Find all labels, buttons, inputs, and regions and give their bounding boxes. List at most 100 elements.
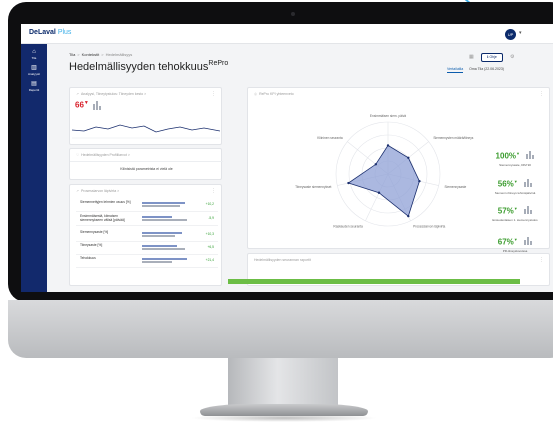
help-button-label: Ohje <box>489 55 497 59</box>
kpi-card: ◎ RePro KPI yhteenveto ⋮ Ensimmäisen siem… <box>247 87 550 249</box>
breadcrumb-item[interactable]: Kontekstit <box>82 52 100 57</box>
metric-row: Siemennettyjen lehmien osuus [%] +10,2 <box>76 199 218 212</box>
kpi-label: Ensiedenlaisen 1. siemennystulos <box>492 218 538 222</box>
flow-icon: ↗ <box>76 189 79 193</box>
card-menu-icon[interactable]: ⋮ <box>539 257 544 263</box>
card-title-text: Hedelmällisyyden Profiiliarvot <box>81 153 127 157</box>
camera-dot <box>291 12 295 16</box>
trend-icon: ▼ <box>516 151 520 157</box>
mini-bar-icon <box>524 206 533 214</box>
metric-bar-current <box>142 232 182 234</box>
chevron-right-icon: > <box>77 52 80 57</box>
metric-bar-current <box>142 245 177 247</box>
trend-icon: ▼ <box>513 206 518 212</box>
sidebar-item-raportit[interactable]: ▤ Raportit <box>21 81 47 92</box>
kpi-value-text: 56% <box>497 180 514 189</box>
kpi-item: 100%▼ Siemennysaste, DIM 90 <box>485 146 545 168</box>
gear-icon[interactable]: ⚙ <box>510 54 514 60</box>
breadcrumb-item[interactable]: Tila <box>69 52 75 57</box>
kpi-item: 57%▼ Ensiedenlaisen 1. siemennystulos <box>485 201 545 223</box>
sidebar-item-label: Tila <box>31 56 37 60</box>
radar-point <box>386 144 390 147</box>
metric-label: Siemennysaste [%] <box>80 230 109 234</box>
metric-bar-current <box>142 216 172 218</box>
kpi-value-text: 100% <box>495 152 517 161</box>
heart-icon: ♡ <box>76 153 80 157</box>
reports-card-title: Hedelmällisyyden seurannan raportit <box>254 258 311 262</box>
scene: DeLaval Plus UP ▾ ⌂ Tila ▥ Analyysit ▤ R… <box>0 0 553 435</box>
radar-point <box>407 214 410 218</box>
radar-series-area <box>347 144 420 217</box>
metric-value: +6,5 <box>207 245 214 249</box>
radar-axis-label: Ensimmäisen siem. päivä <box>370 114 406 118</box>
kpi-value-text: 67% <box>497 238 514 247</box>
fertility-empty-message: Kliinisistä parametrista ei vielä ole <box>120 167 173 171</box>
fertility-card-title[interactable]: ♡ Hedelmällisyyden Profiiliarvot > <box>76 153 130 157</box>
metric-row: Tiineysaste [%] +6,5 <box>76 242 218 255</box>
mini-bar-icon <box>526 151 535 159</box>
brand-suffix: Plus <box>57 29 72 36</box>
user-avatar[interactable]: UP <box>505 29 516 40</box>
target-icon: ◎ <box>254 92 258 96</box>
main-content: Tila > Kontekstit > Hedelmällisyys Hedelmäll… <box>47 44 553 292</box>
metric-bar-reference <box>142 205 180 207</box>
metric-row: Tehokkuus +21,4 <box>76 255 218 268</box>
metric-bar-current <box>142 258 187 260</box>
radar-point <box>377 191 381 194</box>
kpi-label: Siemennysaste, DIM 90 <box>499 163 531 167</box>
monitor-stand-base <box>200 404 368 416</box>
metric-label: Siemennettyjen lehmien osuus [%] <box>80 200 131 204</box>
chevron-right-icon: > <box>101 52 104 57</box>
tab-bar: Vertailutila Oma Tila (22.06.2023) <box>447 67 504 73</box>
analysis-value: 66▼ <box>75 100 89 110</box>
brand-name: DeLaval <box>29 29 56 36</box>
metric-value: +10,2 <box>205 202 214 206</box>
tab-vertailutila[interactable]: Vertailutila <box>447 67 464 73</box>
mini-bar-icon <box>524 179 533 187</box>
top-bar: DeLaval Plus UP ▾ <box>21 24 553 44</box>
chevron-down-icon[interactable]: ▾ <box>519 30 522 36</box>
brand-logo[interactable]: DeLaval Plus <box>29 29 71 36</box>
mini-bar-icon <box>93 101 101 110</box>
sidebar-item-tila[interactable]: ⌂ Tila <box>21 49 47 60</box>
sidebar: ⌂ Tila ▥ Analyysit ▤ Raportit <box>21 44 47 292</box>
home-icon: ⌂ <box>32 49 36 55</box>
kpi-value-text: 57% <box>497 207 514 216</box>
metric-row: Ensimmäisestä, kiimaisen siemennykseen v… <box>76 213 218 226</box>
page-title-sup: RePro <box>208 60 229 67</box>
metric-bar-reference <box>142 235 175 237</box>
analysis-card: ↗ Analyysi, Tiineytystulos: Tiineyden kes… <box>69 87 222 145</box>
kpi-card-title: ◎ RePro KPI yhteenveto <box>254 92 294 96</box>
kpi-value: 56%▼ <box>498 179 518 189</box>
radar-point <box>347 181 350 185</box>
radar-axis-label: Prosessiarvon läpivirta <box>413 224 445 228</box>
monitor-chin <box>8 300 553 358</box>
breadcrumb: Tila > Kontekstit > Hedelmällisyys <box>69 52 132 57</box>
fertility-card: ♡ Hedelmällisyyden Profiiliarvot > Kliini… <box>69 148 223 180</box>
page-title-text: Hedelmällisyyden tehokkuus <box>69 61 209 73</box>
radar-point <box>407 156 410 159</box>
analysis-card-title[interactable]: ↗ Analyysi, Tiineytystulos: Tiineyden kes… <box>76 92 146 96</box>
kpi-item: 67%▼ PR-tiineysluvuissa <box>485 232 545 254</box>
card-menu-icon[interactable]: ⋮ <box>211 91 216 97</box>
card-menu-icon[interactable]: ⋮ <box>539 91 544 97</box>
metrics-card-title[interactable]: ↗ Prosessiarvon läpivirta > <box>76 189 119 193</box>
sidebar-item-label: Raportit <box>28 88 40 92</box>
metric-row: Siemennysaste [%] +10,3 <box>76 229 218 242</box>
card-title-text: RePro KPI yhteenveto <box>259 92 294 96</box>
metric-bar-reference <box>142 261 172 263</box>
card-menu-icon[interactable]: ⋮ <box>211 188 216 194</box>
tab-oma-tila[interactable]: Oma Tila (22.06.2023) <box>469 67 504 71</box>
kpi-value: 67%▼ <box>498 237 518 247</box>
help-button[interactable]: ℹ Ohje <box>481 53 503 62</box>
radar-axis-label: Tiineysaste siemennykset <box>295 185 331 189</box>
progress-bar-fill <box>228 279 520 284</box>
sidebar-item-analyysit[interactable]: ▥ Analyysit <box>21 65 47 76</box>
kpi-value: 100%▼ <box>496 151 520 161</box>
report-icon: ▤ <box>31 81 37 87</box>
trend-icon: ▼ <box>513 179 518 185</box>
radar-axis-label: Siemennysten määrä/tiineys <box>433 136 473 140</box>
grid-icon[interactable]: ▦ <box>469 54 474 60</box>
radar-point <box>418 179 421 183</box>
metric-value: +10,3 <box>205 232 214 236</box>
